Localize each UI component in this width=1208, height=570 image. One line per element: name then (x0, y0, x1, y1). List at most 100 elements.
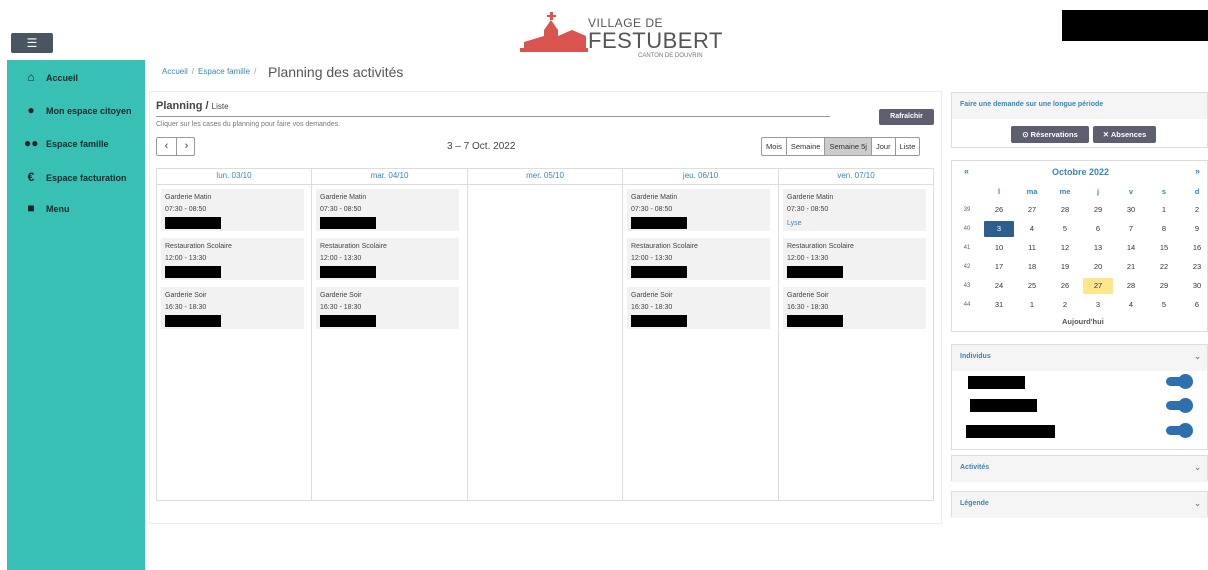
day-header[interactable]: mar. 04/10 (312, 171, 467, 180)
calendar-day[interactable]: 9 (1182, 221, 1208, 237)
view-month-button[interactable]: Mois (762, 138, 787, 155)
legende-header[interactable]: Légende ⌄ (952, 492, 1207, 518)
calendar-day[interactable]: 1 (1149, 202, 1179, 218)
calendar-day[interactable]: 12 (1050, 240, 1080, 256)
sidebar-item-espace-facturation[interactable]: € Espace facturation (7, 168, 145, 188)
calendar-day[interactable]: 30 (1182, 278, 1208, 294)
day-header[interactable]: ven. 07/10 (779, 171, 933, 180)
event-garderie-soir[interactable]: Garderie Soir 16:30 - 18:30 (627, 287, 770, 329)
top-bar: ☰ VILLAGE DE FESTUBERT CANTON DE DOUVRIN (0, 0, 1208, 60)
calendar-day[interactable]: 26 (984, 202, 1014, 218)
calendar-day[interactable]: 1 (1017, 297, 1047, 313)
calendar-day[interactable]: 8 (1149, 221, 1179, 237)
calendar-day[interactable]: 20 (1083, 259, 1113, 275)
next-week-button[interactable]: › (177, 140, 196, 152)
sidebar-item-espace-famille[interactable]: ●● Espace famille (7, 134, 145, 154)
event-restauration-scolaire[interactable]: Restauration Scolaire 12:00 - 13:30 (783, 238, 926, 280)
breadcrumb-home-link[interactable]: Accueil (162, 67, 188, 76)
calendar-day[interactable]: 4 (1017, 221, 1047, 237)
calendar-day-selected[interactable]: 3 (984, 221, 1014, 237)
event-restauration-scolaire[interactable]: Restauration Scolaire 12:00 - 13:30 (627, 238, 770, 280)
calendar-today-button[interactable]: Aujourd'hui (1062, 317, 1104, 326)
sidebar-item-mon-espace-citoyen[interactable]: ● Mon espace citoyen (7, 101, 145, 121)
calendar-next-button[interactable]: » (1195, 166, 1200, 176)
event-garderie-matin[interactable]: Garderie Matin 07:30 - 08:50 (161, 189, 304, 231)
calendar-day[interactable]: 2 (1182, 202, 1208, 218)
calendar-day[interactable]: 4 (1116, 297, 1146, 313)
view-day-button[interactable]: Jour (872, 138, 896, 155)
day-column[interactable]: lun. 03/10 Garderie Matin 07:30 - 08:50 … (157, 169, 312, 500)
calendar-day[interactable]: 26 (1050, 278, 1080, 294)
day-header[interactable]: mer. 05/10 (468, 171, 622, 180)
calendar-day[interactable]: 27 (1017, 202, 1047, 218)
calendar-day[interactable]: 28 (1050, 202, 1080, 218)
event-name: Garderie Soir (787, 292, 829, 299)
calendar-day[interactable]: 29 (1149, 278, 1179, 294)
calendar-day[interactable]: 25 (1017, 278, 1047, 294)
calendar-day[interactable]: 21 (1116, 259, 1146, 275)
day-column[interactable]: jeu. 06/10 Garderie Matin 07:30 - 08:50 … (623, 169, 779, 500)
calendar-day[interactable]: 6 (1083, 221, 1113, 237)
planning-subtitle-link[interactable]: Liste (212, 102, 229, 111)
calendar-day[interactable]: 22 (1149, 259, 1179, 275)
individual-toggle[interactable] (1166, 374, 1193, 389)
day-column[interactable]: mar. 04/10 Garderie Matin 07:30 - 08:50 … (312, 169, 468, 500)
event-garderie-soir[interactable]: Garderie Soir 16:30 - 18:30 (316, 287, 459, 329)
calendar-month-title[interactable]: Octobre 2022 (1052, 167, 1109, 177)
calendar-day[interactable]: 15 (1149, 240, 1179, 256)
view-list-button[interactable]: Liste (896, 138, 920, 155)
calendar-day[interactable]: 7 (1116, 221, 1146, 237)
activites-panel[interactable]: Activités ⌄ (951, 455, 1208, 482)
view-week5-button[interactable]: Semaine 5j (825, 138, 872, 155)
event-garderie-soir[interactable]: Garderie Soir 16:30 - 18:30 (161, 287, 304, 329)
day-header[interactable]: lun. 03/10 (157, 171, 311, 180)
event-note: Lyse (787, 220, 802, 227)
calendar-day[interactable]: 5 (1149, 297, 1179, 313)
calendar-day[interactable]: 24 (984, 278, 1014, 294)
event-garderie-soir[interactable]: Garderie Soir 16:30 - 18:30 (783, 287, 926, 329)
event-restauration-scolaire[interactable]: Restauration Scolaire 12:00 - 13:30 (161, 238, 304, 280)
calendar-day[interactable]: 10 (984, 240, 1014, 256)
calendar-day-today[interactable]: 27 (1083, 278, 1113, 294)
individual-toggle[interactable] (1166, 423, 1193, 438)
calendar-day[interactable]: 18 (1017, 259, 1047, 275)
event-garderie-matin[interactable]: Garderie Matin 07:30 - 08:50 Lyse (783, 189, 926, 231)
day-header[interactable]: jeu. 06/10 (623, 171, 778, 180)
calendar-day[interactable]: 2 (1050, 297, 1080, 313)
event-garderie-matin[interactable]: Garderie Matin 07:30 - 08:50 (316, 189, 459, 231)
calendar-prev-button[interactable]: « (964, 166, 969, 176)
view-week-button[interactable]: Semaine (787, 138, 826, 155)
hamburger-menu-button[interactable]: ☰ (11, 33, 53, 53)
calendar-day[interactable]: 28 (1116, 278, 1146, 294)
calendar-day[interactable]: 13 (1083, 240, 1113, 256)
individual-toggle[interactable] (1166, 398, 1193, 413)
event-time: 07:30 - 08:50 (787, 206, 829, 213)
day-column[interactable]: ven. 07/10 Garderie Matin 07:30 - 08:50 … (779, 169, 933, 500)
calendar-day[interactable]: 19 (1050, 259, 1080, 275)
sidebar-item-menu[interactable]: ■ Menu (7, 199, 145, 219)
calendar-day[interactable]: 29 (1083, 202, 1113, 218)
sidebar-item-accueil[interactable]: ⌂ Accueil (7, 68, 145, 88)
calendar-day[interactable]: 31 (984, 297, 1014, 313)
individus-header[interactable]: Individus ⌄ (952, 345, 1207, 371)
breadcrumb-section-link[interactable]: Espace famille (198, 67, 250, 76)
legende-panel[interactable]: Légende ⌄ (951, 491, 1208, 518)
event-garderie-matin[interactable]: Garderie Matin 07:30 - 08:50 (627, 189, 770, 231)
calendar-day[interactable]: 16 (1182, 240, 1208, 256)
calendar-day[interactable]: 23 (1182, 259, 1208, 275)
prev-week-button[interactable]: ‹ (157, 140, 176, 152)
activites-header[interactable]: Activités ⌄ (952, 456, 1207, 482)
calendar-day[interactable]: 14 (1116, 240, 1146, 256)
calendar-day[interactable]: 3 (1083, 297, 1113, 313)
absences-button[interactable]: ✕ Absences (1093, 126, 1156, 143)
calendar-day[interactable]: 5 (1050, 221, 1080, 237)
event-restauration-scolaire[interactable]: Restauration Scolaire 12:00 - 13:30 (316, 238, 459, 280)
village-logo[interactable]: VILLAGE DE FESTUBERT CANTON DE DOUVRIN (516, 10, 722, 60)
calendar-day[interactable]: 6 (1182, 297, 1208, 313)
day-column[interactable]: mer. 05/10 (468, 169, 623, 500)
reservations-button[interactable]: ⊙ Réservations (1011, 126, 1089, 143)
refresh-button[interactable]: Rafraîchir (879, 109, 934, 125)
calendar-day[interactable]: 30 (1116, 202, 1146, 218)
calendar-day[interactable]: 17 (984, 259, 1014, 275)
calendar-day[interactable]: 11 (1017, 240, 1047, 256)
